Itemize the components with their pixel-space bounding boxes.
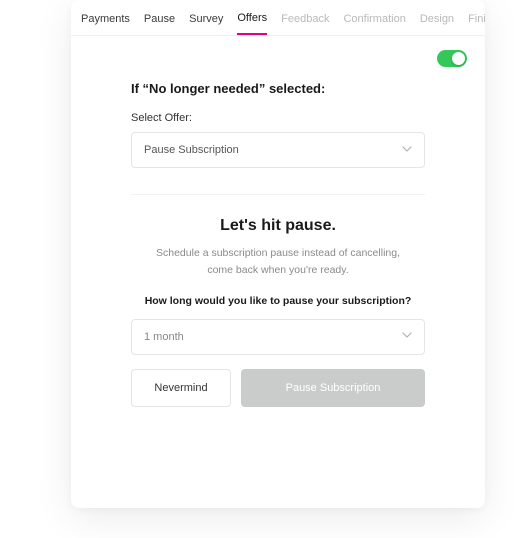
tab-confirmation[interactable]: Confirmation [343,13,405,34]
preview-button-row: Nevermind Pause Subscription [131,369,425,407]
tab-bar: Payments Pause Survey Offers Feedback Co… [71,0,485,36]
tab-payments[interactable]: Payments [81,13,130,34]
offer-select-label: Select Offer: [131,112,425,124]
toggle-knob [452,52,465,65]
tab-pause[interactable]: Pause [144,13,175,34]
offer-enabled-toggle[interactable] [437,50,467,67]
preview-heading: Let's hit pause. [131,217,425,235]
offer-preview: Let's hit pause. Schedule a subscription… [131,217,425,407]
tab-offers[interactable]: Offers [237,12,267,35]
pause-subscription-button[interactable]: Pause Subscription [241,369,425,407]
tab-design[interactable]: Design [420,13,454,34]
section-divider [131,194,425,195]
duration-select[interactable]: 1 month [131,319,425,355]
duration-select-value: 1 month [144,331,184,343]
chevron-down-icon [402,144,412,157]
chevron-down-icon [402,330,412,343]
preview-question: How long would you like to pause your su… [131,295,425,307]
content-area: If “No longer needed” selected: Select O… [71,73,485,407]
toggle-row [71,36,485,73]
offer-select[interactable]: Pause Subscription [131,132,425,168]
preview-line2: come back when you're ready. [207,264,348,276]
nevermind-button[interactable]: Nevermind [131,369,231,407]
offer-select-value: Pause Subscription [144,144,239,156]
settings-card: Payments Pause Survey Offers Feedback Co… [71,0,485,508]
condition-title: If “No longer needed” selected: [131,81,425,96]
tab-feedback[interactable]: Feedback [281,13,329,34]
preview-line1: Schedule a subscription pause instead of… [156,247,400,259]
tab-survey[interactable]: Survey [189,13,223,34]
preview-body: Schedule a subscription pause instead of… [131,245,425,279]
tab-finish[interactable]: Finish [468,13,485,34]
